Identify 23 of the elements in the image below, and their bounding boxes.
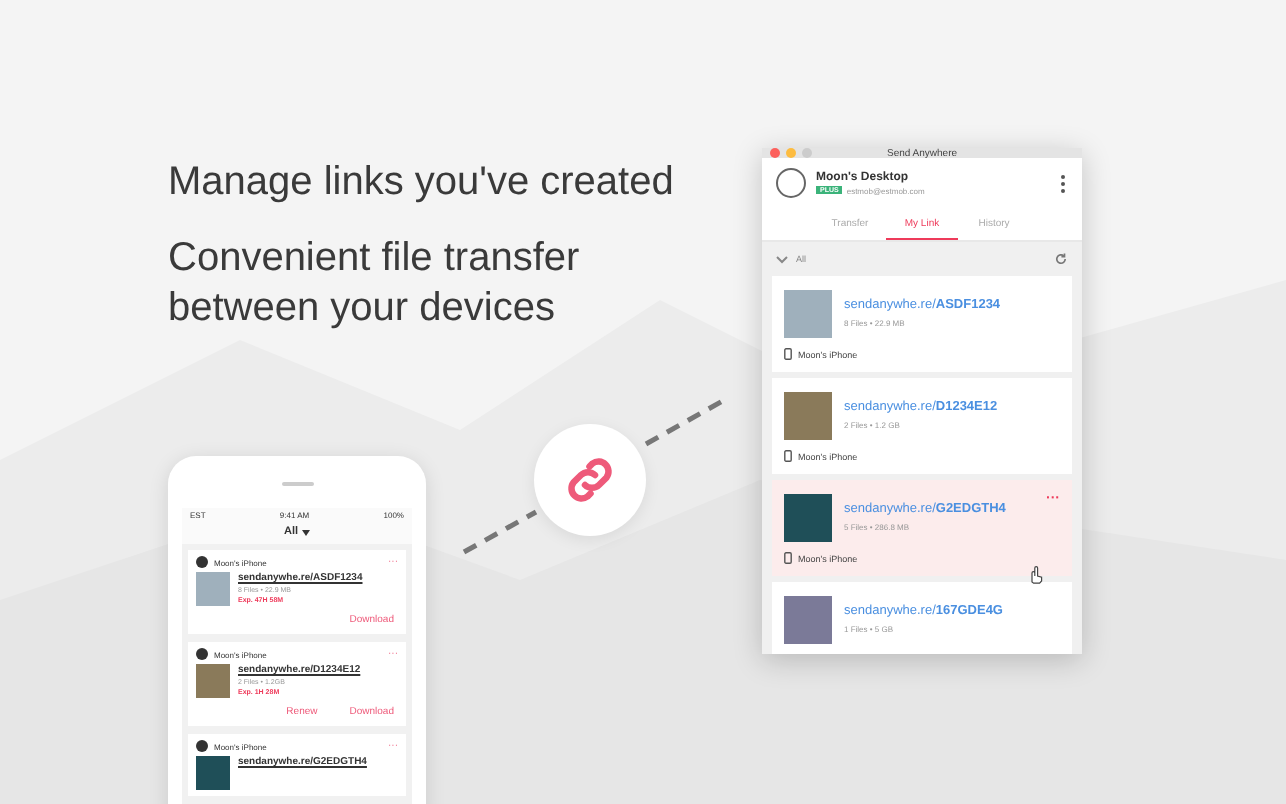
more-options-icon[interactable] — [1060, 173, 1066, 193]
headline: Manage links you've created — [168, 158, 674, 208]
close-button[interactable] — [770, 148, 780, 158]
dashed-line — [462, 509, 538, 555]
phone-icon — [784, 552, 792, 564]
chevron-down-icon[interactable] — [776, 255, 788, 263]
photo-placeholder — [196, 756, 230, 790]
photo-placeholder — [784, 392, 832, 440]
avatar-icon — [196, 648, 208, 660]
photo-placeholder — [196, 572, 230, 606]
avatar-icon — [196, 556, 208, 568]
photo-placeholder — [196, 664, 230, 698]
phone-icon — [784, 450, 792, 462]
avatar-icon — [196, 740, 208, 752]
photo-placeholder — [784, 596, 832, 644]
caret-down-icon[interactable] — [302, 529, 311, 535]
photo-placeholder — [784, 290, 832, 338]
refresh-icon[interactable] — [1054, 252, 1068, 266]
avatar-icon — [776, 168, 806, 198]
photo-placeholder — [784, 494, 832, 542]
phone-icon — [784, 348, 792, 360]
hand-cursor-icon — [1028, 566, 1044, 584]
subheadline: Convenient file transfer between your devices — [168, 234, 582, 334]
